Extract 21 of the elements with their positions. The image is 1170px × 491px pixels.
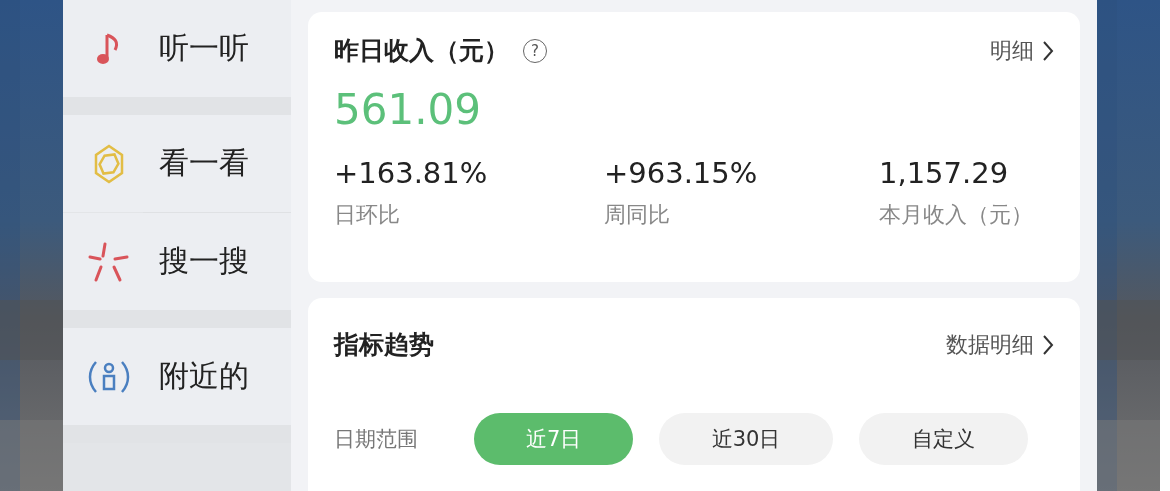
- date-range-label: 日期范围: [334, 426, 419, 453]
- stat-label: 日环比: [334, 201, 401, 229]
- spark-icon: [87, 240, 131, 283]
- card-title: 昨日收入（元）: [334, 35, 509, 67]
- menu-item[interactable]: 搜一搜: [159, 241, 249, 282]
- detail-link[interactable]: 明细: [990, 35, 1054, 66]
- menu-item[interactable]: 附近的: [159, 356, 249, 397]
- chevron-icon: [1042, 39, 1054, 62]
- stat-label: 本月收入（元）: [879, 201, 1034, 229]
- stat-value: +963.15%: [604, 156, 759, 190]
- range-button[interactable]: 自定义: [858, 413, 1028, 465]
- stat-value: 1,157.29: [879, 156, 1010, 190]
- menu-item[interactable]: 听一听: [159, 28, 249, 69]
- range-button[interactable]: 近30日: [659, 413, 833, 465]
- chevron-icon: [1042, 333, 1054, 356]
- card-title: 指标趋势: [334, 329, 434, 361]
- stat-value: +163.81%: [334, 156, 489, 190]
- data-detail-link[interactable]: 数据明细: [946, 329, 1054, 360]
- income-amount: 561.09: [334, 85, 482, 134]
- menu-item[interactable]: 看一看: [159, 143, 249, 184]
- stat-label: 周同比: [604, 201, 671, 229]
